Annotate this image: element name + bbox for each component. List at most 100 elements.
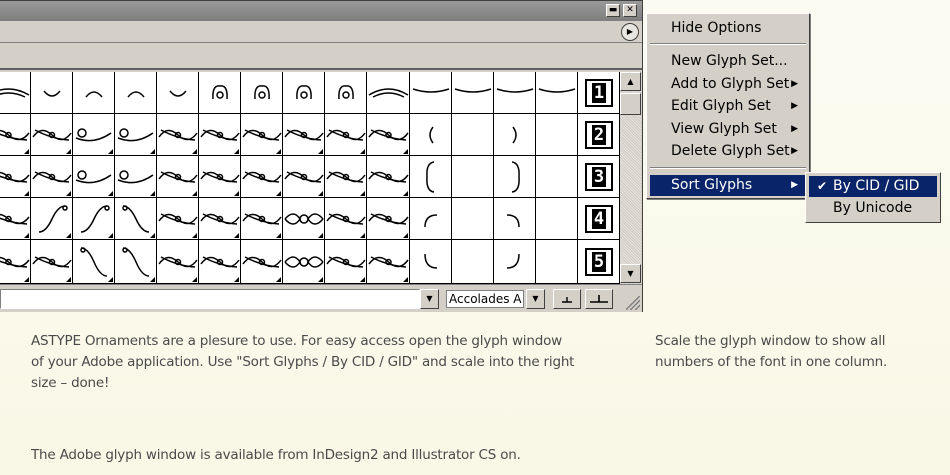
glyph-cell[interactable] bbox=[494, 156, 536, 198]
glyph-cell[interactable] bbox=[494, 240, 536, 284]
chevron-down-icon[interactable]: ▼ bbox=[420, 289, 439, 309]
glyph-cell[interactable] bbox=[31, 240, 73, 284]
glyph-cell[interactable] bbox=[494, 114, 536, 156]
glyph-cell[interactable] bbox=[241, 156, 283, 198]
glyph-cell[interactable] bbox=[0, 72, 31, 114]
glyph-cell[interactable] bbox=[31, 156, 73, 198]
glyph-cell[interactable] bbox=[325, 198, 367, 240]
menu-item-new-glyph-set[interactable]: New Glyph Set... bbox=[650, 51, 806, 72]
menu-item-view-glyph-set[interactable]: View Glyph Set ▶ bbox=[650, 119, 806, 140]
scroll-thumb[interactable] bbox=[620, 93, 641, 115]
menu-item-sort-glyphs[interactable]: Sort Glyphs ▶ bbox=[650, 175, 806, 196]
font-family-field[interactable] bbox=[0, 289, 420, 309]
glyph-cell[interactable] bbox=[157, 240, 199, 284]
close-icon[interactable]: ✕ bbox=[623, 4, 637, 17]
glyph-cell[interactable] bbox=[115, 198, 157, 240]
glyph-cell[interactable] bbox=[452, 156, 494, 198]
glyph-cell[interactable] bbox=[283, 240, 325, 284]
submenu-item-by-cid-gid[interactable]: ✔ By CID / GID bbox=[809, 176, 937, 197]
glyph-cell[interactable] bbox=[31, 114, 73, 156]
glyph-cell[interactable] bbox=[367, 114, 410, 156]
glyph-cell[interactable]: 1 bbox=[578, 72, 620, 114]
menu-item-edit-glyph-set[interactable]: Edit Glyph Set ▶ bbox=[650, 96, 806, 117]
glyph-cell[interactable] bbox=[0, 114, 31, 156]
glyph-cell[interactable]: 2 bbox=[578, 114, 620, 156]
glyph-cell[interactable] bbox=[199, 114, 241, 156]
glyph-cell[interactable] bbox=[536, 156, 578, 198]
glyph-cell[interactable] bbox=[367, 72, 410, 114]
glyph-cell[interactable] bbox=[536, 198, 578, 240]
minimize-icon[interactable]: ▬ bbox=[606, 4, 620, 17]
menu-item-hide-options[interactable]: Hide Options bbox=[650, 18, 806, 39]
glyph-cell[interactable] bbox=[452, 72, 494, 114]
glyph-cell[interactable] bbox=[452, 240, 494, 284]
glyph-cell[interactable]: 3 bbox=[578, 156, 620, 198]
chevron-down-icon[interactable]: ▼ bbox=[526, 289, 545, 309]
glyph-cell[interactable] bbox=[410, 72, 452, 114]
glyph-cell[interactable] bbox=[115, 240, 157, 284]
glyph-cell[interactable] bbox=[199, 198, 241, 240]
glyph-cell[interactable] bbox=[115, 114, 157, 156]
menu-item-delete-glyph-set[interactable]: Delete Glyph Set ▶ bbox=[650, 141, 806, 162]
glyph-cell[interactable] bbox=[283, 114, 325, 156]
glyph-cell[interactable] bbox=[0, 198, 31, 240]
glyph-cell[interactable] bbox=[115, 72, 157, 114]
glyph-cell[interactable] bbox=[73, 114, 115, 156]
glyph-cell[interactable] bbox=[73, 72, 115, 114]
glyph-cell[interactable] bbox=[115, 156, 157, 198]
glyph-cell[interactable] bbox=[452, 198, 494, 240]
panel-title-bar[interactable]: ▬ ✕ bbox=[0, 1, 642, 21]
glyph-cell[interactable] bbox=[325, 240, 367, 284]
submenu-item-by-unicode[interactable]: By Unicode bbox=[809, 198, 937, 219]
glyph-cell[interactable] bbox=[367, 198, 410, 240]
glyph-cell[interactable] bbox=[157, 72, 199, 114]
glyph-cell[interactable] bbox=[157, 198, 199, 240]
glyph-cell[interactable] bbox=[73, 198, 115, 240]
glyph-cell[interactable] bbox=[199, 240, 241, 284]
glyph-cell[interactable] bbox=[410, 240, 452, 284]
resize-grip-icon[interactable] bbox=[626, 296, 640, 310]
zoom-in-icon[interactable] bbox=[585, 289, 613, 309]
glyph-cell[interactable] bbox=[199, 72, 241, 114]
glyph-cell[interactable] bbox=[494, 198, 536, 240]
glyph-cell[interactable] bbox=[241, 72, 283, 114]
menu-item-add-to-glyph-set[interactable]: Add to Glyph Set ▶ bbox=[650, 74, 806, 95]
glyph-cell[interactable] bbox=[283, 198, 325, 240]
glyph-cell[interactable] bbox=[31, 198, 73, 240]
glyph-cell[interactable] bbox=[241, 114, 283, 156]
glyph-cell[interactable] bbox=[241, 240, 283, 284]
scroll-up-arrow-icon[interactable]: ▲ bbox=[620, 72, 641, 91]
zoom-out-icon[interactable] bbox=[553, 289, 581, 309]
glyph-cell[interactable] bbox=[31, 72, 73, 114]
glyph-cell[interactable] bbox=[0, 156, 31, 198]
font-style-field[interactable]: Accolades A bbox=[446, 290, 524, 308]
glyph-cell[interactable] bbox=[367, 156, 410, 198]
scroll-down-arrow-icon[interactable]: ▼ bbox=[620, 264, 641, 283]
glyph-cell[interactable] bbox=[367, 240, 410, 284]
glyph-cell[interactable] bbox=[410, 156, 452, 198]
glyph-cell[interactable] bbox=[241, 198, 283, 240]
flyout-menu-icon[interactable]: ▶ bbox=[621, 23, 639, 41]
glyph-cell[interactable] bbox=[157, 156, 199, 198]
glyph-cell[interactable] bbox=[452, 114, 494, 156]
glyph-cell[interactable] bbox=[157, 114, 199, 156]
glyph-cell[interactable] bbox=[325, 114, 367, 156]
glyph-cell[interactable] bbox=[283, 72, 325, 114]
glyph-cell[interactable] bbox=[73, 156, 115, 198]
glyph-cell[interactable] bbox=[0, 240, 31, 284]
glyph-cell[interactable] bbox=[494, 72, 536, 114]
glyph-cell[interactable] bbox=[536, 240, 578, 284]
glyph-cell[interactable]: 5 bbox=[578, 240, 620, 284]
glyph-cell[interactable] bbox=[410, 198, 452, 240]
glyph-cell[interactable] bbox=[283, 156, 325, 198]
glyph-cell[interactable]: 4 bbox=[578, 198, 620, 240]
glyph-cell[interactable] bbox=[199, 156, 241, 198]
glyph-cell[interactable] bbox=[410, 114, 452, 156]
glyph-cell[interactable] bbox=[536, 72, 578, 114]
ornament-wide-swash-icon bbox=[368, 88, 409, 98]
glyph-cell[interactable] bbox=[73, 240, 115, 284]
glyph-cell[interactable] bbox=[325, 156, 367, 198]
glyph-cell[interactable] bbox=[536, 114, 578, 156]
glyph-cell[interactable] bbox=[325, 72, 367, 114]
vertical-scrollbar[interactable]: ▲ ▼ bbox=[620, 72, 641, 284]
